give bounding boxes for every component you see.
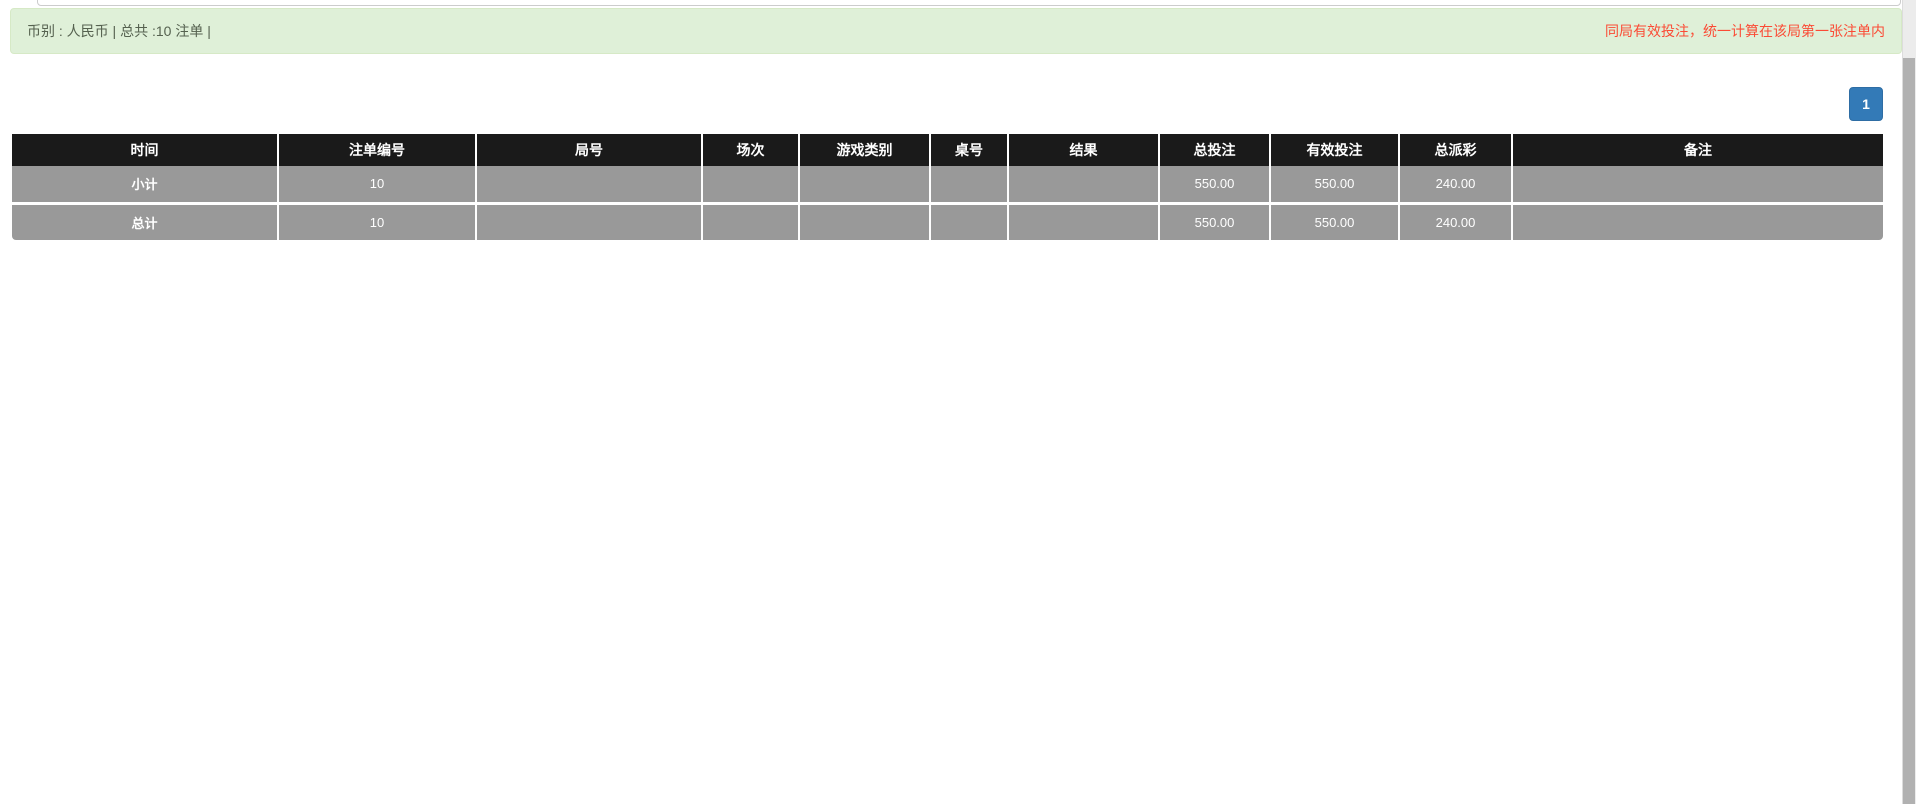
bet-history-page: 币别 : 人民币 | 总共 :10 注单 | 同局有效投注，统一计算在该局第一张… xyxy=(0,0,1916,804)
column-header-9: 总派彩 xyxy=(1399,134,1513,166)
footer-label-cell: 总计 xyxy=(12,201,279,240)
subtotal-row: 小计 10 550.00 550.00 240.00 xyxy=(12,166,1883,203)
summary-alert-bar: 币别 : 人民币 | 总共 :10 注单 | 同局有效投注，统一计算在该局第一张… xyxy=(10,8,1902,54)
footer-value-cell: 10 xyxy=(278,166,477,203)
column-header-6: 结果 xyxy=(1008,134,1160,166)
footer-value-cell xyxy=(1008,201,1160,240)
footer-value-cell xyxy=(1512,201,1883,240)
column-header-1: 注单编号 xyxy=(278,134,477,166)
footer-value-cell xyxy=(476,201,703,240)
pagination-page-1-button[interactable]: 1 xyxy=(1849,87,1883,121)
column-header-10: 备注 xyxy=(1512,134,1883,166)
grand-total-row: 总计 10 550.00 550.00 240.00 xyxy=(12,201,1883,240)
same-round-notice: 同局有效投注，统一计算在该局第一张注单内 xyxy=(1605,23,1885,39)
footer-value-cell xyxy=(702,201,800,240)
footer-value-cell xyxy=(799,201,931,240)
footer-value-cell xyxy=(476,166,703,203)
vertical-scrollbar-thumb[interactable] xyxy=(1903,58,1915,804)
footer-value-cell xyxy=(799,166,931,203)
collapsed-panel-above xyxy=(37,0,1901,6)
column-header-3: 场次 xyxy=(702,134,800,166)
footer-value-cell: 550.00 xyxy=(1159,166,1271,203)
column-header-5: 桌号 xyxy=(930,134,1009,166)
footer-value-cell xyxy=(1008,166,1160,203)
footer-value-cell xyxy=(930,201,1009,240)
table-footer: 小计 10 550.00 550.00 240.00 总计 10 550.00 550.00 24… xyxy=(12,166,1883,240)
footer-value-cell: 550.00 xyxy=(1270,201,1400,240)
footer-value-cell xyxy=(930,166,1009,203)
footer-value-cell: 550.00 xyxy=(1270,166,1400,203)
footer-value-cell: 240.00 xyxy=(1399,166,1513,203)
footer-value-cell xyxy=(1512,166,1883,203)
footer-value-cell xyxy=(702,166,800,203)
column-header-2: 局号 xyxy=(476,134,703,166)
bet-records-table: 时间 注单编号 局号 场次 游戏类别 桌号 结果 总投注 有效投注 总派彩 备注 小计 10 550.0… xyxy=(12,134,1883,240)
vertical-scrollbar-track[interactable] xyxy=(1902,0,1916,804)
column-header-7: 总投注 xyxy=(1159,134,1271,166)
footer-value-cell: 10 xyxy=(278,201,477,240)
footer-value-cell: 550.00 xyxy=(1159,201,1271,240)
currency-total-summary: 币别 : 人民币 | 总共 :10 注单 | xyxy=(27,23,211,39)
footer-label-cell: 小计 xyxy=(12,166,279,203)
column-header-0: 时间 xyxy=(12,134,279,166)
column-header-4: 游戏类别 xyxy=(799,134,931,166)
footer-value-cell: 240.00 xyxy=(1399,201,1513,240)
table-header-row: 时间 注单编号 局号 场次 游戏类别 桌号 结果 总投注 有效投注 总派彩 备注 xyxy=(12,134,1883,166)
column-header-8: 有效投注 xyxy=(1270,134,1400,166)
